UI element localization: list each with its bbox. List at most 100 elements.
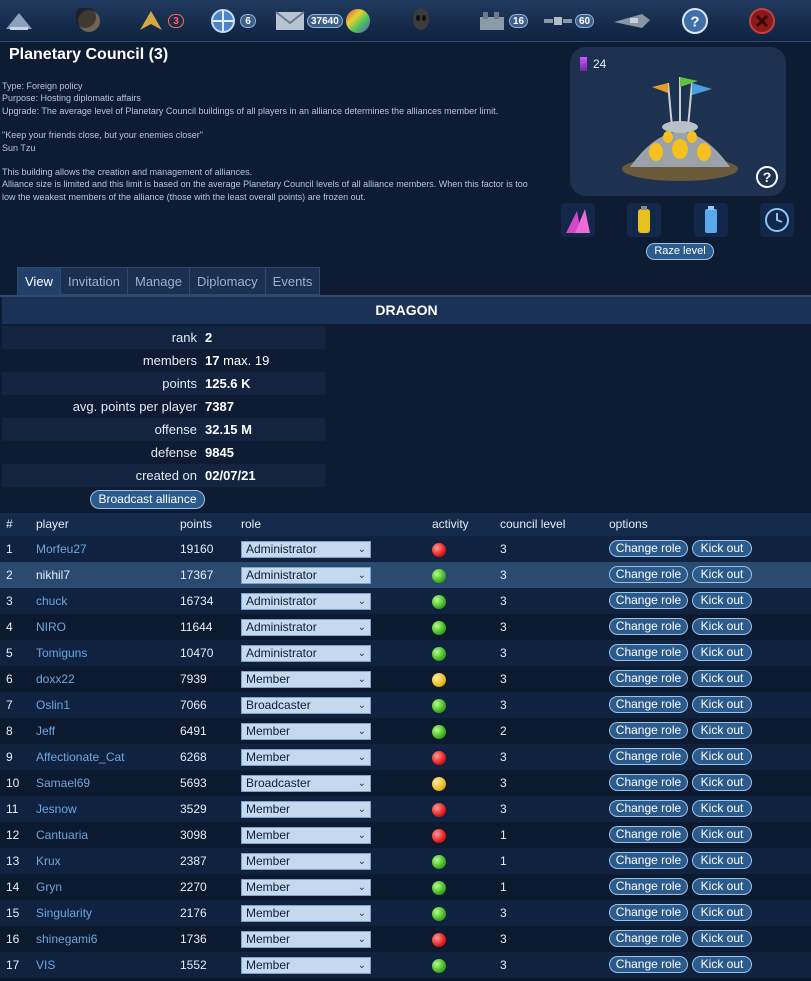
timer-action-button[interactable] xyxy=(760,203,794,237)
role-select[interactable]: Member ⌄ xyxy=(241,749,371,766)
nav-alien[interactable] xyxy=(406,4,436,38)
role-select[interactable]: Member ⌄ xyxy=(241,853,371,870)
tab-events[interactable]: Events xyxy=(264,267,321,295)
player-link[interactable]: Gryn xyxy=(36,874,62,900)
upgrade-action-button[interactable] xyxy=(561,203,595,237)
kick-out-button[interactable]: Kick out xyxy=(692,852,752,869)
tab-invitation[interactable]: Invitation xyxy=(59,267,128,295)
nav-cruiser[interactable] xyxy=(612,4,652,38)
kick-out-button[interactable]: Kick out xyxy=(692,930,752,947)
player-link[interactable]: Tomiguns xyxy=(36,640,87,666)
change-role-button[interactable]: Change role xyxy=(609,748,688,765)
player-link[interactable]: Jesnow xyxy=(36,796,77,822)
nav-factory[interactable]: 16 xyxy=(477,4,529,38)
player-link[interactable]: Krux xyxy=(36,848,61,874)
header-role[interactable]: role xyxy=(241,513,261,536)
table-row: 13 Krux 2387 Member ⌄ 1 Change role Kick out xyxy=(0,848,811,874)
role-select[interactable]: Broadcaster ⌄ xyxy=(241,775,371,792)
role-value: Member xyxy=(246,906,291,920)
player-link[interactable]: shinegami6 xyxy=(36,926,97,952)
header-points[interactable]: points xyxy=(180,513,212,536)
nav-ships[interactable] xyxy=(4,4,34,38)
change-role-button[interactable]: Change role xyxy=(609,956,688,973)
role-select[interactable]: Broadcaster ⌄ xyxy=(241,697,371,714)
role-select[interactable]: Member ⌄ xyxy=(241,905,371,922)
player-link[interactable]: Affectionate_Cat xyxy=(36,744,125,770)
change-role-button[interactable]: Change role xyxy=(609,904,688,921)
kick-out-button[interactable]: Kick out xyxy=(692,826,752,843)
nav-close[interactable] xyxy=(747,4,777,38)
role-select[interactable]: Administrator ⌄ xyxy=(241,541,371,558)
change-role-button[interactable]: Change role xyxy=(609,696,688,713)
change-role-button[interactable]: Change role xyxy=(609,644,688,661)
player-link[interactable]: Singularity xyxy=(36,900,92,926)
nav-radar[interactable]: 6 xyxy=(208,4,256,38)
nav-fleet-alerts[interactable]: 3 xyxy=(136,4,184,38)
change-role-button[interactable]: Change role xyxy=(609,722,688,739)
change-role-button[interactable]: Change role xyxy=(609,852,688,869)
player-link[interactable]: Oslin1 xyxy=(36,692,70,718)
resource-action-button[interactable] xyxy=(627,203,661,237)
raze-level-button[interactable]: Raze level xyxy=(646,243,714,260)
change-role-button[interactable]: Change role xyxy=(609,540,688,557)
nav-planet[interactable] xyxy=(74,4,104,38)
kick-out-button[interactable]: Kick out xyxy=(692,878,752,895)
role-select[interactable]: Administrator ⌄ xyxy=(241,645,371,662)
nav-color-orb[interactable] xyxy=(343,4,373,38)
change-role-button[interactable]: Change role xyxy=(609,566,688,583)
nav-help[interactable]: ? xyxy=(680,4,710,38)
nav-satellite[interactable]: 60 xyxy=(543,4,595,38)
row-number: 8 xyxy=(6,724,13,738)
role-select[interactable]: Member ⌄ xyxy=(241,723,371,740)
change-role-button[interactable]: Change role xyxy=(609,878,688,895)
player-link[interactable]: VIS xyxy=(36,952,55,978)
role-select[interactable]: Administrator ⌄ xyxy=(241,593,371,610)
role-select[interactable]: Administrator ⌄ xyxy=(241,567,371,584)
kick-out-button[interactable]: Kick out xyxy=(692,644,752,661)
broadcast-alliance-button[interactable]: Broadcast alliance xyxy=(90,490,205,509)
role-select[interactable]: Member ⌄ xyxy=(241,827,371,844)
kick-out-button[interactable]: Kick out xyxy=(692,540,752,557)
tab-diplomacy[interactable]: Diplomacy xyxy=(188,267,266,295)
kick-out-button[interactable]: Kick out xyxy=(692,696,752,713)
player-link[interactable]: Morfeu27 xyxy=(36,536,87,562)
role-select[interactable]: Member ⌄ xyxy=(241,671,371,688)
role-select[interactable]: Member ⌄ xyxy=(241,931,371,948)
header-player[interactable]: player xyxy=(36,513,69,536)
role-select[interactable]: Member ⌄ xyxy=(241,879,371,896)
change-role-button[interactable]: Change role xyxy=(609,670,688,687)
player-link[interactable]: nikhil7 xyxy=(36,562,70,588)
tab-manage[interactable]: Manage xyxy=(127,267,190,295)
change-role-button[interactable]: Change role xyxy=(609,592,688,609)
change-role-button[interactable]: Change role xyxy=(609,774,688,791)
energy-action-button[interactable] xyxy=(694,203,728,237)
role-select[interactable]: Member ⌄ xyxy=(241,801,371,818)
player-link[interactable]: NIRO xyxy=(36,614,66,640)
change-role-button[interactable]: Change role xyxy=(609,800,688,817)
kick-out-button[interactable]: Kick out xyxy=(692,722,752,739)
player-link[interactable]: doxx22 xyxy=(36,666,75,692)
kick-out-button[interactable]: Kick out xyxy=(692,592,752,609)
tab-view[interactable]: View xyxy=(17,267,61,295)
header-activity[interactable]: activity xyxy=(432,513,469,536)
kick-out-button[interactable]: Kick out xyxy=(692,956,752,973)
header-council-level[interactable]: council level xyxy=(500,513,565,536)
nav-mail[interactable]: 37640 xyxy=(275,4,343,38)
kick-out-button[interactable]: Kick out xyxy=(692,800,752,817)
player-link[interactable]: Cantuaria xyxy=(36,822,88,848)
building-help-button[interactable]: ? xyxy=(756,166,778,188)
kick-out-button[interactable]: Kick out xyxy=(692,774,752,791)
change-role-button[interactable]: Change role xyxy=(609,930,688,947)
change-role-button[interactable]: Change role xyxy=(609,618,688,635)
player-link[interactable]: Samael69 xyxy=(36,770,90,796)
role-select[interactable]: Member ⌄ xyxy=(241,957,371,974)
player-link[interactable]: chuck xyxy=(36,588,67,614)
change-role-button[interactable]: Change role xyxy=(609,826,688,843)
kick-out-button[interactable]: Kick out xyxy=(692,904,752,921)
role-select[interactable]: Administrator ⌄ xyxy=(241,619,371,636)
kick-out-button[interactable]: Kick out xyxy=(692,670,752,687)
player-link[interactable]: Jeff xyxy=(36,718,55,744)
kick-out-button[interactable]: Kick out xyxy=(692,618,752,635)
kick-out-button[interactable]: Kick out xyxy=(692,748,752,765)
kick-out-button[interactable]: Kick out xyxy=(692,566,752,583)
